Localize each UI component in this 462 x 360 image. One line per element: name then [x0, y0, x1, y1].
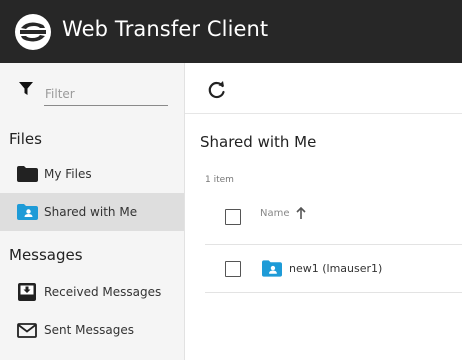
envelope-icon	[16, 321, 38, 339]
sidebar-item-label: Received Messages	[44, 285, 162, 299]
page-title: Shared with Me	[200, 133, 317, 151]
top-bar: Web Transfer Client	[0, 0, 462, 63]
shared-folder-icon	[262, 260, 282, 277]
sidebar-item-shared-with-me[interactable]: Shared with Me	[0, 193, 184, 231]
filter-input[interactable]	[44, 79, 168, 106]
row-checkbox[interactable]	[225, 261, 241, 277]
sort-ascending-icon[interactable]	[295, 207, 307, 220]
sidebar-item-my-files[interactable]: My Files	[0, 155, 184, 193]
column-header-name[interactable]: Name	[260, 208, 290, 219]
sidebar-item-label: My Files	[44, 167, 92, 181]
shared-folder-icon	[16, 203, 38, 221]
filter-icon	[19, 82, 33, 95]
table-header: Name	[205, 197, 462, 245]
toolbar	[185, 63, 462, 114]
messages-section-title: Messages	[9, 246, 83, 264]
app-title: Web Transfer Client	[62, 17, 269, 41]
refresh-icon[interactable]	[207, 80, 227, 100]
main-content: Shared with Me 1 item Name new1 (lmauser…	[185, 63, 462, 360]
sidebar-item-label: Sent Messages	[44, 323, 134, 337]
inbox-icon	[16, 283, 38, 301]
files-section-title: Files	[9, 130, 42, 148]
select-all-checkbox[interactable]	[225, 209, 241, 225]
sidebar: Files My Files Shared with Me Messages	[0, 63, 185, 360]
app-logo-icon	[15, 14, 51, 50]
sidebar-item-sent-messages[interactable]: Sent Messages	[0, 311, 184, 349]
table-row[interactable]: new1 (lmauser1)	[205, 245, 462, 293]
sidebar-item-received-messages[interactable]: Received Messages	[0, 273, 184, 311]
row-name[interactable]: new1 (lmauser1)	[289, 262, 382, 275]
sidebar-item-label: Shared with Me	[44, 205, 138, 219]
item-count: 1 item	[205, 175, 234, 185]
folder-icon	[16, 165, 38, 183]
